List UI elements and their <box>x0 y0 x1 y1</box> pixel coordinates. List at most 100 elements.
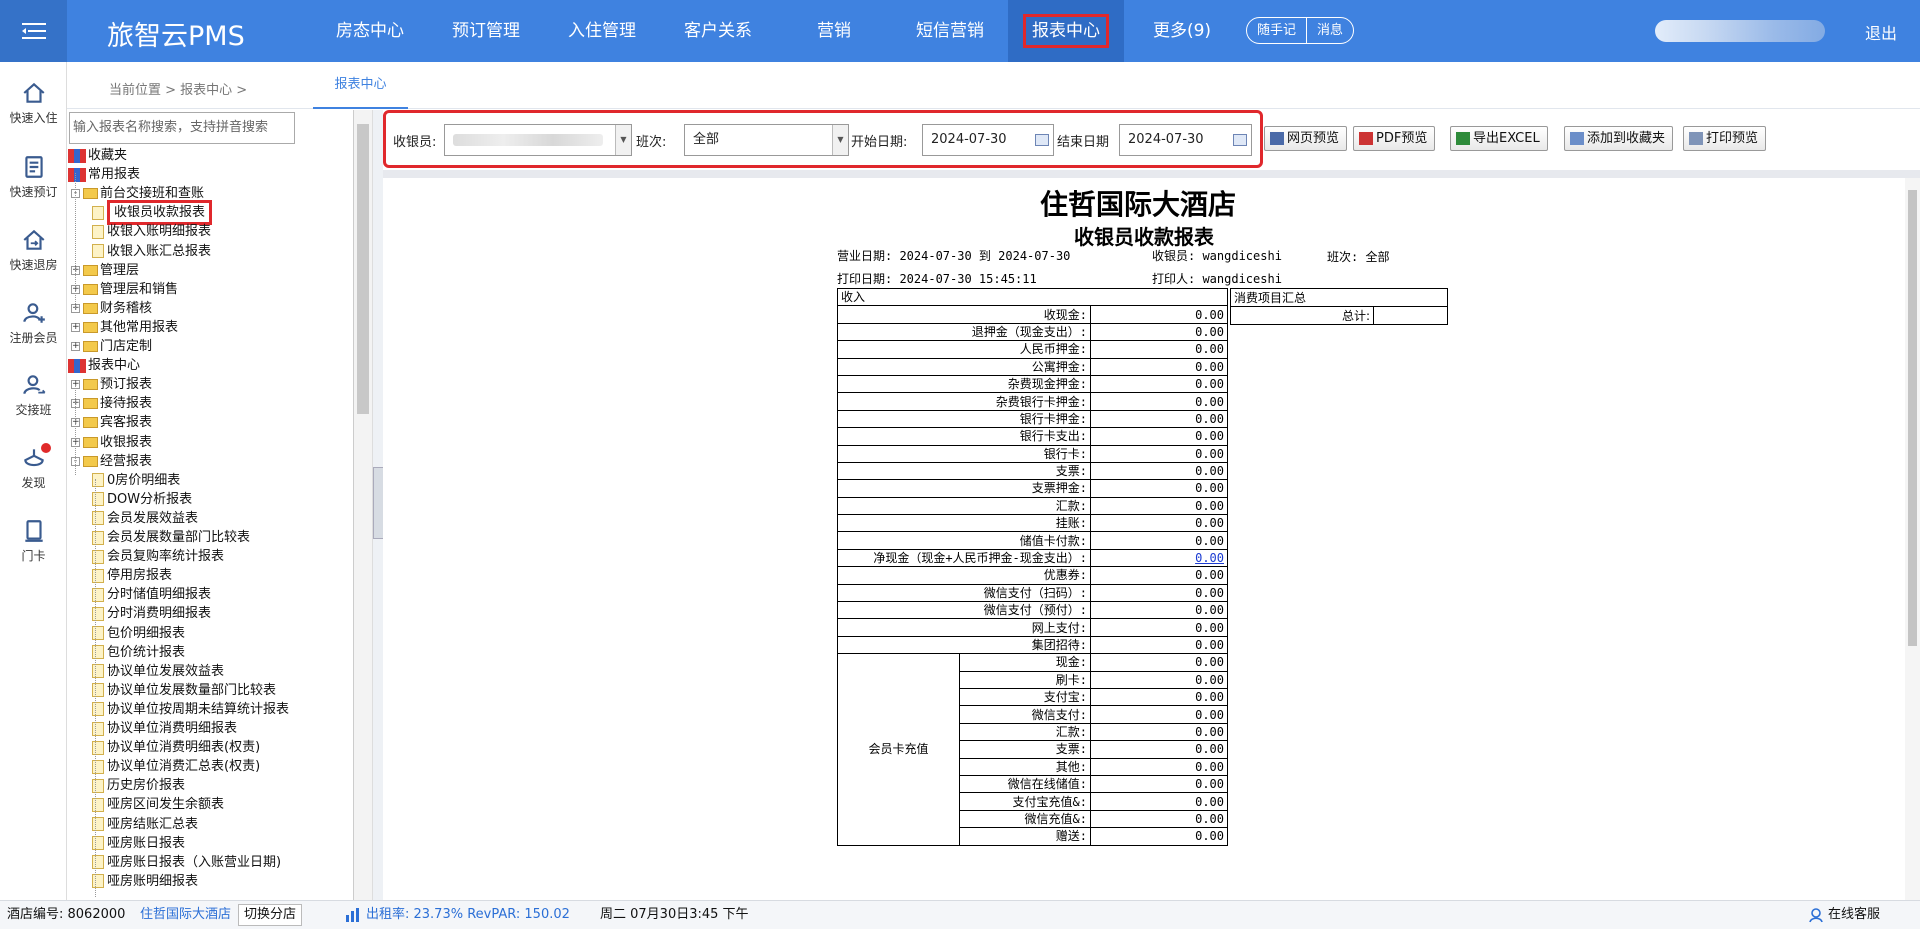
report-page-icon <box>92 530 104 545</box>
tree-node[interactable]: 收藏夹 <box>68 146 127 165</box>
tree-node[interactable]: 常用报表 <box>68 165 140 184</box>
tree-node[interactable]: 哑房区间发生余额表 <box>92 795 224 814</box>
nav-item-4[interactable]: 营销 <box>776 0 892 62</box>
user-info[interactable] <box>1655 20 1825 42</box>
menu-toggle-button[interactable] <box>0 0 67 62</box>
hotel-name[interactable]: 住哲国际大酒店 <box>140 901 231 929</box>
calendar-icon[interactable] <box>1035 134 1049 146</box>
nav-item-2[interactable]: 入住管理 <box>544 0 660 62</box>
tree-node-label: 会员复购率统计报表 <box>107 549 225 565</box>
tree-node[interactable]: 协议单位消费明细报表 <box>92 719 237 738</box>
side-item-label: 发现 <box>21 476 46 490</box>
table-row: 网上支付: 0.00 <box>837 618 1228 637</box>
nav-item-0[interactable]: 房态中心 <box>312 0 428 62</box>
tree-node[interactable]: 收银入账汇总报表 <box>92 242 211 261</box>
tree-node[interactable]: 协议单位发展数量部门比较表 <box>92 681 276 700</box>
online-service-link[interactable]: 在线客服 <box>1828 901 1880 929</box>
tree-node[interactable]: 报表中心 <box>68 356 140 375</box>
row-value: 0.00 <box>1090 722 1228 742</box>
nav-item-7[interactable]: 更多(9) <box>1124 0 1240 62</box>
tree-node[interactable]: + 其他常用报表 <box>71 318 178 337</box>
tree-node[interactable]: 包价统计报表 <box>92 643 185 662</box>
nav-item-6[interactable]: 报表中心 <box>1008 0 1124 62</box>
tree-node[interactable]: + 接待报表 <box>71 394 152 413</box>
tree-node[interactable]: + 财务稽核 <box>71 299 152 318</box>
report-search-input[interactable]: 输入报表名称搜索，支持拼音搜索 <box>69 112 295 144</box>
nav-item-3[interactable]: 客户关系 <box>660 0 776 62</box>
side-item-5[interactable]: 发现 <box>0 443 67 491</box>
tree-node[interactable]: 哑房结账汇总表 <box>92 815 198 834</box>
service-icon[interactable] <box>1808 906 1824 934</box>
report-table: 收入 收现金: 0.00 退押金（现金支出）: 0.00 人民币押金: 0.00 公寓押金: 0… <box>837 287 1228 846</box>
end-date-input[interactable]: 2024-07-30 <box>1119 124 1252 156</box>
tree-node[interactable]: 协议单位发展效益表 <box>92 662 224 681</box>
nav-item-1[interactable]: 预订管理 <box>428 0 544 62</box>
tree-node[interactable]: + 宾客报表 <box>71 413 152 432</box>
messages-button[interactable]: 消息 <box>1307 18 1353 43</box>
tree-node[interactable]: + 收银报表 <box>71 433 152 452</box>
side-item-6[interactable]: 门卡 <box>0 518 67 564</box>
tree-node[interactable]: + 管理层 <box>71 261 139 280</box>
tree-node[interactable]: 分时储值明细报表 <box>92 585 211 604</box>
web-preview-button[interactable]: 网页预览 <box>1264 126 1348 151</box>
side-item-2[interactable]: 快速退房 <box>0 227 67 273</box>
shift-select[interactable]: 全部 ▼ <box>684 124 849 156</box>
quick-pill: 随手记 消息 <box>1246 17 1355 44</box>
side-item-3[interactable]: 注册会员 <box>0 300 67 346</box>
report-page-icon <box>92 836 104 851</box>
tree-node-label: 哑房账日报表 <box>107 835 186 851</box>
row-label: 集团招待: <box>837 635 1091 655</box>
notes-button[interactable]: 随手记 <box>1247 18 1308 43</box>
tree-node[interactable]: 会员复购率统计报表 <box>92 547 224 566</box>
tree-node[interactable]: 协议单位按周期未结算统计报表 <box>92 700 289 719</box>
tree-node-label: 收银入账明细报表 <box>107 224 212 240</box>
tree-node[interactable]: 哑房账日报表 <box>92 834 185 853</box>
tree-node[interactable]: 停用房报表 <box>92 566 172 585</box>
tree-node[interactable]: 哑房账日报表（入账营业日期) <box>92 853 281 872</box>
row-value[interactable]: 0.00 <box>1090 548 1228 568</box>
row-label: 赠送: <box>959 827 1091 846</box>
tree-node-label: 哑房账明细报表 <box>107 873 199 889</box>
tree-node[interactable]: 历史房价报表 <box>92 776 185 795</box>
tree-node[interactable]: + 门店定制 <box>71 337 152 356</box>
start-date-input[interactable]: 2024-07-30 <box>922 124 1054 156</box>
print-icon <box>1689 132 1703 145</box>
tree-node[interactable]: 包价明细报表 <box>92 624 185 643</box>
tree-scrollbar[interactable] <box>354 110 372 900</box>
tab-report-center[interactable]: 报表中心 <box>313 74 408 109</box>
tree-node[interactable]: + 预订报表 <box>71 375 152 394</box>
tree-node[interactable]: 协议单位消费明细表(权责) <box>92 738 260 757</box>
tree-node[interactable]: 收银入账明细报表 <box>92 222 211 241</box>
report-scrollbar[interactable] <box>1905 178 1920 900</box>
tree-node[interactable]: 协议单位消费汇总表(权责) <box>92 757 260 776</box>
calendar-icon[interactable] <box>1233 134 1247 146</box>
side-item-1[interactable]: 快速预订 <box>0 154 67 200</box>
pdf-preview-button[interactable]: PDF预览 <box>1353 126 1436 151</box>
export-excel-button[interactable]: 导出EXCEL <box>1450 126 1548 151</box>
tree-node[interactable]: 0房价明细表 <box>92 471 180 490</box>
side-item-0[interactable]: 快速入住 <box>0 80 67 126</box>
tree-node[interactable]: 收银员收款报表 <box>92 200 213 226</box>
logout-link[interactable]: 退出 <box>1865 20 1897 44</box>
tree-node[interactable]: DOW分析报表 <box>92 490 192 509</box>
panel-splitter[interactable] <box>372 110 384 900</box>
add-favorite-button[interactable]: 添加到收藏夹 <box>1564 126 1674 151</box>
switch-branch-button[interactable]: 切换分店 <box>238 904 303 926</box>
print-preview-button[interactable]: 打印预览 <box>1683 126 1767 151</box>
tree-node[interactable]: - 经营报表 <box>71 452 152 471</box>
report-print-date: 打印日期: 2024-07-30 15:45:11 <box>837 272 1037 286</box>
card-icon <box>24 520 43 542</box>
chevron-down-icon: ▼ <box>832 125 848 155</box>
cashier-select[interactable]: ▼ <box>444 124 632 156</box>
tree-node[interactable]: 哑房账明细报表 <box>92 872 198 891</box>
nav-item-5[interactable]: 短信营销 <box>892 0 1008 62</box>
breadcrumb-bar: 当前位置 > 报表中心 > 报表中心 <box>67 62 1920 109</box>
tree-node[interactable]: 会员发展效益表 <box>92 509 198 528</box>
tree-node-label: 管理层 <box>100 262 140 278</box>
report-toolbar: 收银员: ▼ 班次: 全部 ▼ 开始日期: 2024-07-30 结束日期 202… <box>383 110 1920 170</box>
tree-node[interactable]: + 管理层和销售 <box>71 280 178 299</box>
tree-node[interactable]: 会员发展数量部门比较表 <box>92 528 250 547</box>
tree-node[interactable]: 分时消费明细报表 <box>92 604 211 623</box>
side-item-4[interactable]: 交接班 <box>0 372 67 418</box>
row-label: 支付宝: <box>959 687 1091 707</box>
